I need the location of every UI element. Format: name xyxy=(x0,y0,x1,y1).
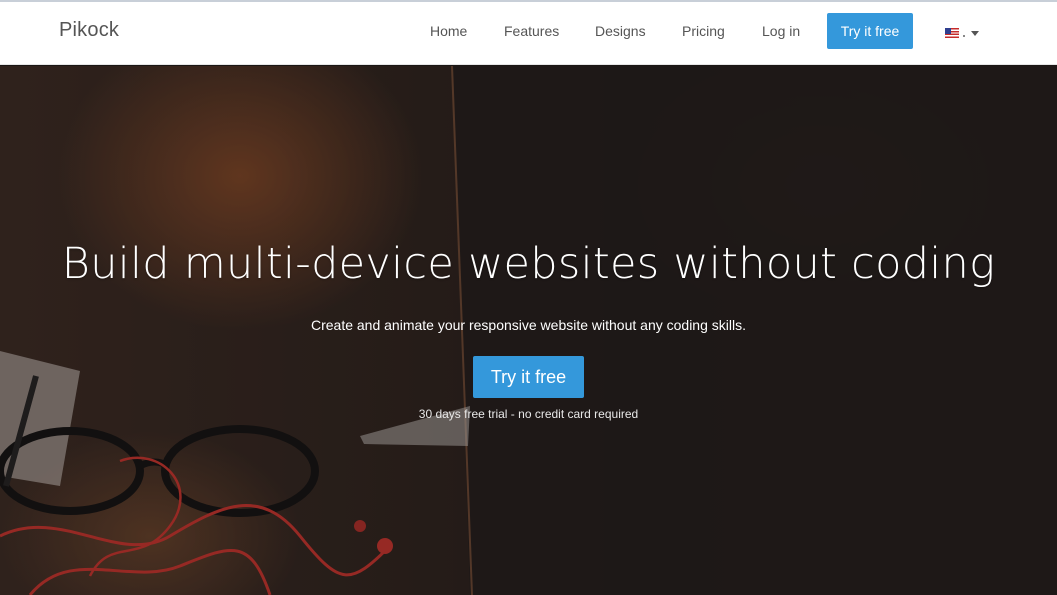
nav-pricing-link[interactable]: Pricing xyxy=(682,23,725,39)
hero-try-free-button[interactable]: Try it free xyxy=(473,356,584,398)
nav-login-link[interactable]: Log in xyxy=(762,23,800,39)
hero-trial-note: 30 days free trial - no credit card requ… xyxy=(418,407,639,421)
site-header: Pikock Home Features Designs Pricing Log… xyxy=(0,2,1057,65)
nav-designs-link[interactable]: Designs xyxy=(595,23,646,39)
hero-section: Build multi-device websites without codi… xyxy=(0,66,1057,595)
hero-title: Build multi-device websites without codi… xyxy=(61,239,996,289)
hero-subtitle: Create and animate your responsive websi… xyxy=(310,317,746,333)
chevron-down-icon xyxy=(971,30,979,36)
nav-features-link[interactable]: Features xyxy=(504,23,559,39)
language-selector[interactable] xyxy=(945,24,981,42)
nav-home-link[interactable]: Home xyxy=(430,23,467,39)
separator-dot xyxy=(963,35,965,37)
us-flag-icon xyxy=(945,28,959,38)
brand-logo[interactable]: Pikock xyxy=(59,19,119,42)
header-try-free-button[interactable]: Try it free xyxy=(827,13,913,49)
